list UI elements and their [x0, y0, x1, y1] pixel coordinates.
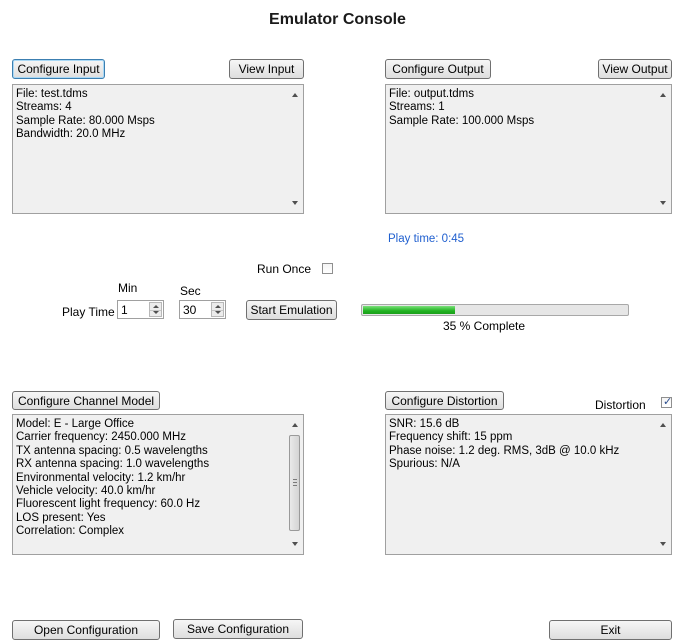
grip-line	[293, 482, 297, 483]
minutes-value[interactable]: 1	[121, 303, 128, 317]
channel-info-lines: Model: E - Large Office Carrier frequenc…	[16, 418, 285, 539]
play-time-label: Play Time	[62, 305, 115, 319]
output-line: Sample Rate: 100.000 Msps	[389, 114, 535, 127]
start-emulation-button[interactable]: Start Emulation	[246, 300, 337, 320]
channel-line: Environmental velocity: 1.2 km/hr	[16, 471, 186, 484]
channel-scrollbar[interactable]	[287, 415, 303, 554]
output-scrollbar[interactable]	[655, 85, 671, 213]
view-output-button[interactable]: View Output	[598, 59, 672, 79]
input-info-box[interactable]: File: test.tdms Streams: 4 Sample Rate: …	[12, 84, 304, 214]
input-info-lines: File: test.tdms Streams: 4 Sample Rate: …	[16, 88, 285, 142]
channel-line: Fluorescent light frequency: 60.0 Hz	[16, 498, 201, 511]
seconds-spin-buttons[interactable]	[211, 302, 224, 317]
input-line: Bandwidth: 20.0 MHz	[16, 128, 126, 141]
configure-distortion-button[interactable]: Configure Distortion	[385, 391, 504, 410]
channel-line: TX antenna spacing: 0.5 wavelengths	[16, 444, 208, 457]
spin-up-arrow-icon[interactable]	[153, 305, 159, 308]
output-line: Streams: 1	[389, 101, 445, 114]
save-configuration-button[interactable]: Save Configuration	[173, 619, 303, 639]
distortion-line: Phase noise: 1.2 deg. RMS, 3dB @ 10.0 kH…	[389, 444, 620, 457]
channel-line: LOS present: Yes	[16, 511, 106, 524]
configure-channel-model-button[interactable]: Configure Channel Model	[12, 391, 160, 410]
grip-line	[293, 479, 297, 480]
distortion-info-lines: SNR: 15.6 dB Frequency shift: 15 ppm Pha…	[389, 418, 653, 472]
progress-bar	[361, 304, 629, 316]
distortion-scrollbar[interactable]	[655, 415, 671, 554]
output-info-lines: File: output.tdms Streams: 1 Sample Rate…	[389, 88, 653, 128]
exit-button[interactable]: Exit	[549, 620, 672, 640]
distortion-line: Spurious: N/A	[389, 458, 460, 471]
scroll-down-arrow-icon[interactable]	[292, 201, 298, 205]
open-configuration-button[interactable]: Open Configuration	[12, 620, 160, 640]
channel-line: Vehicle velocity: 40.0 km/hr	[16, 484, 156, 497]
run-once-label: Run Once	[257, 262, 312, 276]
view-input-button[interactable]: View Input	[229, 59, 304, 79]
progress-fill	[363, 306, 455, 314]
scroll-down-arrow-icon[interactable]	[660, 542, 666, 546]
distortion-checkbox[interactable]: ✓	[661, 396, 673, 408]
scroll-up-arrow-icon[interactable]	[660, 93, 666, 97]
run-once-checkbox[interactable]	[322, 263, 333, 274]
spin-up-arrow-icon[interactable]	[215, 305, 221, 308]
distortion-label: Distortion	[595, 398, 646, 412]
channel-line: RX antenna spacing: 1.0 wavelengths	[16, 458, 210, 471]
play-time-display: Play time: 0:45	[388, 233, 465, 245]
scroll-up-arrow-icon[interactable]	[660, 423, 666, 427]
input-scrollbar[interactable]	[287, 85, 303, 213]
output-info-box[interactable]: File: output.tdms Streams: 1 Sample Rate…	[385, 84, 672, 214]
scroll-down-arrow-icon[interactable]	[660, 201, 666, 205]
spin-down-arrow-icon[interactable]	[153, 311, 159, 314]
configure-input-button[interactable]: Configure Input	[12, 59, 105, 79]
minutes-spin-buttons[interactable]	[149, 302, 162, 317]
scrollbar-thumb[interactable]	[289, 435, 300, 531]
channel-line: Carrier frequency: 2450.000 MHz	[16, 431, 187, 444]
input-line: Sample Rate: 80.000 Msps	[16, 114, 155, 127]
spin-down-arrow-icon[interactable]	[215, 311, 221, 314]
channel-line: Model: E - Large Office	[16, 418, 135, 430]
seconds-stepper[interactable]: 30	[179, 300, 226, 319]
distortion-line: SNR: 15.6 dB	[389, 418, 460, 430]
scroll-up-arrow-icon[interactable]	[292, 423, 298, 427]
input-line: Streams: 4	[16, 101, 72, 114]
progress-text: 35 % Complete	[443, 319, 526, 333]
configure-output-button[interactable]: Configure Output	[385, 59, 491, 79]
distortion-line: Frequency shift: 15 ppm	[389, 431, 513, 444]
minutes-stepper[interactable]: 1	[117, 300, 164, 319]
window-title: Emulator Console	[269, 11, 406, 28]
min-label: Min	[118, 281, 138, 295]
sec-label: Sec	[180, 284, 201, 298]
output-line: File: output.tdms	[389, 88, 475, 100]
scroll-up-arrow-icon[interactable]	[292, 93, 298, 97]
distortion-info-box[interactable]: SNR: 15.6 dB Frequency shift: 15 ppm Pha…	[385, 414, 672, 555]
seconds-value[interactable]: 30	[183, 303, 196, 317]
channel-model-info-box[interactable]: Model: E - Large Office Carrier frequenc…	[12, 414, 304, 555]
grip-line	[293, 485, 297, 486]
channel-line: Correlation: Complex	[16, 525, 125, 538]
checkmark-icon: ✓	[663, 396, 673, 408]
input-line: File: test.tdms	[16, 88, 88, 100]
scroll-down-arrow-icon[interactable]	[292, 542, 298, 546]
